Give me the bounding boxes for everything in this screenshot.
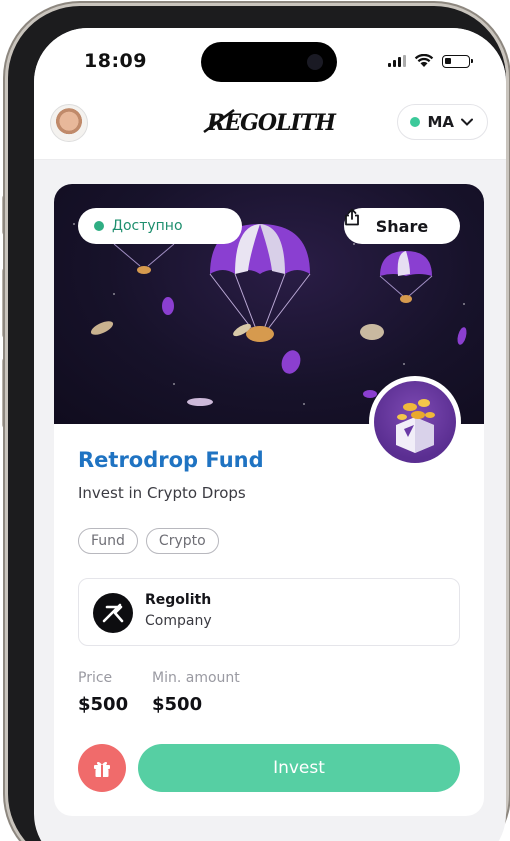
tag-crypto[interactable]: Crypto xyxy=(145,528,219,554)
company-type: Company xyxy=(145,613,212,629)
gift-button[interactable] xyxy=(78,744,126,792)
availability-pill: Доступно xyxy=(78,208,242,244)
invest-button[interactable]: Invest xyxy=(138,744,460,792)
treasure-box-icon xyxy=(396,399,435,453)
min-amount-value: $500 xyxy=(152,694,203,715)
region-status-dot xyxy=(410,117,421,127)
min-amount-block: Min. amount $500 xyxy=(152,670,240,715)
fund-subtitle: Invest in Crypto Drops xyxy=(78,484,246,502)
phone-frame: 18:09 REGOLITH MA Доступно Share Retrodr… xyxy=(8,6,506,841)
gift-icon xyxy=(94,761,110,777)
regolith-mark-icon xyxy=(102,603,124,623)
status-time: 18:09 xyxy=(84,50,147,72)
min-amount-label: Min. amount xyxy=(152,670,240,686)
region-label: MA xyxy=(427,113,454,131)
share-button[interactable]: Share xyxy=(344,208,460,244)
wifi-icon xyxy=(414,54,434,67)
price-value: $500 xyxy=(78,694,129,715)
availability-label: Доступно xyxy=(112,218,183,234)
availability-dot xyxy=(94,221,104,231)
fund-avatar xyxy=(369,376,461,468)
signal-icon xyxy=(388,55,406,67)
company-name: Regolith xyxy=(145,592,212,608)
price-block: Price $500 xyxy=(78,670,128,715)
fund-title: Retrodrop Fund xyxy=(78,448,264,472)
svg-text:REGOLITH: REGOLITH xyxy=(206,110,337,136)
chevron-down-icon xyxy=(461,118,473,126)
status-icons xyxy=(388,54,473,68)
battery-icon xyxy=(442,54,473,68)
company-info[interactable]: Regolith Company xyxy=(78,578,460,646)
tag-list: Fund Crypto xyxy=(78,528,219,554)
app-header: REGOLITH MA xyxy=(34,98,506,160)
company-logo xyxy=(93,593,133,633)
screen: 18:09 REGOLITH MA Доступно Share Retrodr… xyxy=(34,28,506,841)
share-label: Share xyxy=(375,216,429,236)
region-selector[interactable]: MA xyxy=(397,104,488,140)
avatar[interactable] xyxy=(50,104,88,142)
regolith-logo: REGOLITH xyxy=(203,108,338,136)
status-bar: 18:09 xyxy=(34,28,506,98)
price-label: Price xyxy=(78,670,113,686)
dynamic-island xyxy=(201,42,337,82)
tag-fund[interactable]: Fund xyxy=(78,528,138,554)
fund-card[interactable]: Доступно Share Retrodrop Fund Invest in … xyxy=(54,184,484,816)
share-icon xyxy=(345,208,359,226)
